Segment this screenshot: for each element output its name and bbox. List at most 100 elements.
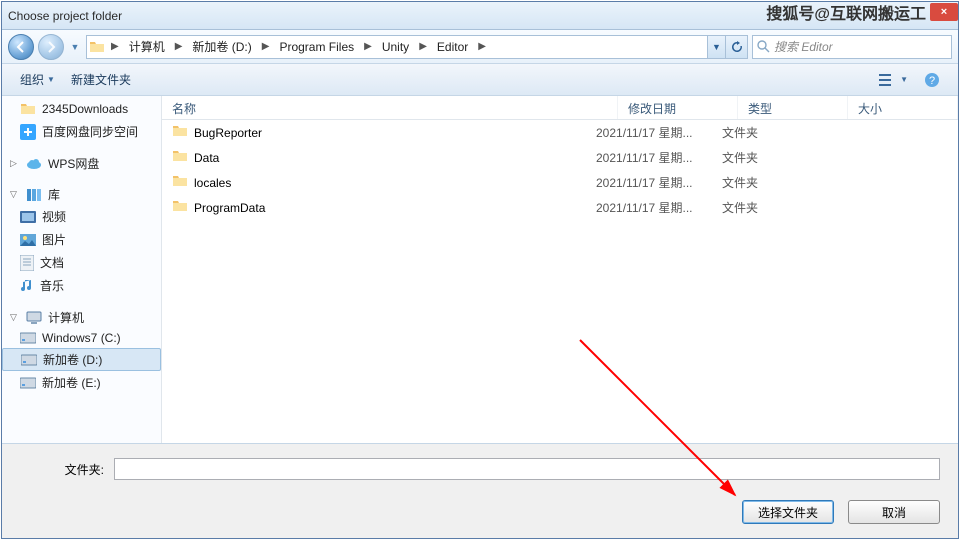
sidebar-group-computer[interactable]: ▽ 计算机 <box>2 297 161 328</box>
breadcrumb-arrow[interactable]: ▶ <box>415 36 431 58</box>
row-date: 2021/11/17 星期... <box>596 124 716 141</box>
sidebar-item-label: 音乐 <box>40 277 64 294</box>
row-date: 2021/11/17 星期... <box>596 199 716 216</box>
breadcrumb-drive[interactable]: 新加卷 (D:) <box>186 36 257 58</box>
sidebar-item-pictures[interactable]: 图片 <box>2 228 161 251</box>
row-date: 2021/11/17 星期... <box>596 149 716 166</box>
file-list: 名称 修改日期 类型 大小 BugReporter 2021/11/17 星期..… <box>162 96 958 443</box>
column-type[interactable]: 类型 <box>738 96 848 119</box>
sidebar-item-label: 2345Downloads <box>42 102 128 116</box>
folder-icon <box>172 148 188 167</box>
chevron-down-icon: ▽ <box>10 189 20 200</box>
column-size[interactable]: 大小 <box>848 96 958 119</box>
row-name: BugReporter <box>194 126 262 140</box>
folder-name-input[interactable] <box>114 458 940 480</box>
breadcrumb-arrow[interactable]: ▶ <box>171 36 187 58</box>
table-row[interactable]: ProgramData 2021/11/17 星期... 文件夹 <box>162 195 958 220</box>
watermark-close: × <box>930 3 958 21</box>
breadcrumb-computer[interactable]: 计算机 <box>123 36 171 58</box>
address-bar[interactable]: ▶ 计算机 ▶ 新加卷 (D:) ▶ Program Files ▶ Unity… <box>86 35 748 59</box>
cancel-button[interactable]: 取消 <box>848 500 940 524</box>
folder-icon <box>172 173 188 192</box>
sidebar-item-drive-e[interactable]: 新加卷 (E:) <box>2 371 161 394</box>
picture-icon <box>20 234 36 246</box>
history-dropdown[interactable]: ▼ <box>68 34 82 60</box>
breadcrumb-arrow[interactable]: ▶ <box>360 36 376 58</box>
organize-label: 组织 <box>20 71 44 88</box>
sidebar-group-label: 计算机 <box>48 309 84 326</box>
navigation-bar: ▼ ▶ 计算机 ▶ 新加卷 (D:) ▶ Program Files ▶ Uni… <box>2 30 958 64</box>
computer-icon <box>26 311 42 325</box>
new-folder-button[interactable]: 新建文件夹 <box>63 67 139 92</box>
sidebar-item-drive-c[interactable]: Windows7 (C:) <box>2 328 161 348</box>
arrow-left-icon <box>15 41 27 53</box>
sidebar-item-documents[interactable]: 文档 <box>2 251 161 274</box>
new-folder-label: 新建文件夹 <box>71 71 131 88</box>
row-date: 2021/11/17 星期... <box>596 174 716 191</box>
breadcrumb-editor[interactable]: Editor <box>431 36 474 58</box>
file-rows: BugReporter 2021/11/17 星期... 文件夹 Data 2021/1… <box>162 120 958 443</box>
sidebar-item-label: 文档 <box>40 254 64 271</box>
row-type: 文件夹 <box>722 174 832 191</box>
row-name: locales <box>194 176 231 190</box>
row-name: Data <box>194 151 219 165</box>
document-icon <box>20 255 34 271</box>
row-name: ProgramData <box>194 201 265 215</box>
library-icon <box>26 187 42 203</box>
sidebar-group-label: WPS网盘 <box>48 155 99 172</box>
organize-menu[interactable]: 组织 ▼ <box>12 67 63 92</box>
cloud-icon <box>26 158 42 170</box>
refresh-button[interactable] <box>725 35 747 59</box>
breadcrumb-arrow[interactable]: ▶ <box>258 36 274 58</box>
search-input[interactable]: 搜索 Editor <box>752 35 952 59</box>
table-row[interactable]: locales 2021/11/17 星期... 文件夹 <box>162 170 958 195</box>
sidebar-item-videos[interactable]: 视频 <box>2 205 161 228</box>
sidebar-item-baidu-sync[interactable]: 百度网盘同步空间 <box>2 120 161 143</box>
dialog-window: Choose project folder ▼ ▶ 计算机 ▶ 新加卷 (D:)… <box>1 1 959 539</box>
video-icon <box>20 211 36 223</box>
drive-icon <box>21 354 37 366</box>
help-button[interactable]: ? <box>916 68 948 92</box>
sidebar-item-label: 图片 <box>42 231 66 248</box>
breadcrumb-unity[interactable]: Unity <box>376 36 415 58</box>
row-type: 文件夹 <box>722 199 832 216</box>
folder-icon <box>172 198 188 217</box>
sidebar: 2345Downloads 百度网盘同步空间 ▷ WPS网盘 ▽ 库 视频 <box>2 96 162 443</box>
column-headers: 名称 修改日期 类型 大小 <box>162 96 958 120</box>
watermark-text: 搜狐号@互联网搬运工 <box>766 0 926 24</box>
arrow-right-icon <box>45 41 57 53</box>
sidebar-group-libraries[interactable]: ▽ 库 <box>2 174 161 205</box>
chevron-right-icon: ▷ <box>10 158 20 169</box>
sidebar-item-music[interactable]: 音乐 <box>2 274 161 297</box>
sidebar-group-label: 库 <box>48 186 60 203</box>
column-name[interactable]: 名称 <box>162 96 618 119</box>
sidebar-item-drive-d[interactable]: 新加卷 (D:) <box>2 348 161 371</box>
folder-icon <box>172 123 188 142</box>
address-dropdown[interactable]: ▼ <box>707 35 725 59</box>
select-folder-button[interactable]: 选择文件夹 <box>742 500 834 524</box>
sidebar-group-wps[interactable]: ▷ WPS网盘 <box>2 143 161 174</box>
svg-text:?: ? <box>929 75 935 87</box>
folder-label: 文件夹: <box>20 461 104 478</box>
drive-icon <box>20 377 36 389</box>
help-icon: ? <box>924 72 940 88</box>
sidebar-item-label: 新加卷 (E:) <box>42 374 101 391</box>
row-type: 文件夹 <box>722 149 832 166</box>
breadcrumb-arrow[interactable]: ▶ <box>474 36 490 58</box>
chevron-down-icon: ▽ <box>10 312 20 323</box>
table-row[interactable]: BugReporter2021/11/17 星期...文件夹 <box>162 120 958 145</box>
folder-icon <box>20 101 36 117</box>
sync-icon <box>20 124 36 140</box>
back-button[interactable] <box>8 34 34 60</box>
watermark: 搜狐号@互联网搬运工 × <box>766 0 958 24</box>
breadcrumb-programfiles[interactable]: Program Files <box>273 36 360 58</box>
folder-icon <box>87 39 107 55</box>
sidebar-item-2345downloads[interactable]: 2345Downloads <box>2 98 161 120</box>
table-row[interactable]: Data 2021/11/17 星期... 文件夹 <box>162 145 958 170</box>
forward-button[interactable] <box>38 34 64 60</box>
column-date[interactable]: 修改日期 <box>618 96 738 119</box>
sidebar-item-label: Windows7 (C:) <box>42 331 121 345</box>
sidebar-item-label: 百度网盘同步空间 <box>42 123 138 140</box>
breadcrumb-arrow[interactable]: ▶ <box>107 36 123 58</box>
view-options-button[interactable]: ▼ <box>871 69 916 91</box>
